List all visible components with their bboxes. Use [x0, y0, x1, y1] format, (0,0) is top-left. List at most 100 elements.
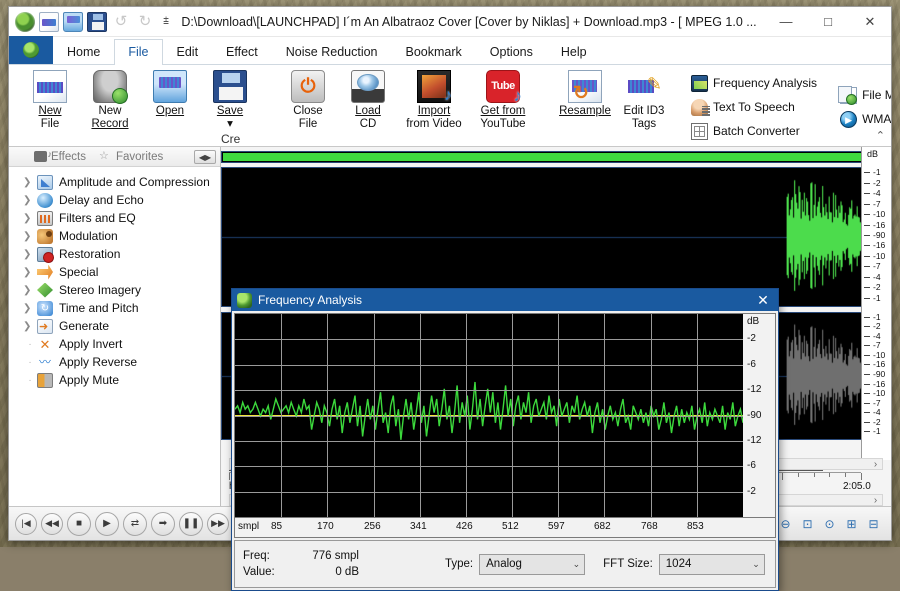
sample-axis-tick: 426	[456, 521, 473, 532]
play-selection-button[interactable]: ➡	[151, 512, 175, 536]
expander-icon[interactable]: ❯	[23, 195, 37, 206]
tree-item-delay-and-echo[interactable]: ❯ Delay and Echo	[9, 191, 220, 209]
batch-converter-button[interactable]: Batch Converter	[689, 121, 822, 142]
new-record-button[interactable]: NewRecord	[80, 68, 140, 132]
overview-strip[interactable]	[221, 151, 891, 163]
tree-item-stereo-imagery[interactable]: ❯ Stereo Imagery	[9, 281, 220, 299]
save-icon[interactable]	[87, 12, 107, 32]
zoom-in-vertical-button[interactable]: ⊞	[842, 514, 861, 533]
fast-forward-button[interactable]: ▶▶	[207, 513, 229, 535]
tab-options[interactable]: Options	[476, 39, 547, 65]
tab-bookmark[interactable]: Bookmark	[392, 39, 476, 65]
tree-item-apply-invert[interactable]: · Apply Invert	[9, 335, 220, 353]
tab-effect[interactable]: Effect	[212, 39, 272, 65]
pause-button[interactable]: ❚❚	[179, 512, 203, 536]
db-axis-tick: -4	[862, 189, 892, 198]
db-axis-tick: -1	[862, 427, 892, 436]
dialog-title-bar[interactable]: Frequency Analysis ✕	[232, 289, 778, 311]
play-button[interactable]: ▶	[95, 512, 119, 536]
wma-info-button[interactable]: WMA Info	[838, 109, 891, 130]
grid-line-horizontal	[235, 441, 743, 442]
open-button[interactable]: Open	[140, 68, 200, 120]
frequency-analysis-dialog[interactable]: Frequency Analysis ✕ dB-2-6-12-90-12-6-2…	[231, 288, 779, 591]
new-file-icon[interactable]	[39, 12, 59, 32]
expander-icon[interactable]: ❯	[23, 231, 37, 242]
db-tick-mark	[864, 374, 870, 375]
youtube-label-line1: Get from	[481, 105, 526, 117]
collapse-ribbon-icon[interactable]: ⌃	[876, 129, 885, 142]
tree-item-filters-and-eq[interactable]: ❯ Filters and EQ	[9, 209, 220, 227]
save-dropdown-icon[interactable]: ▾	[227, 118, 233, 130]
tab-home[interactable]: Home	[53, 39, 114, 65]
zoom-full-button[interactable]: ⊙	[820, 514, 839, 533]
tab-noise-reduction[interactable]: Noise Reduction	[272, 39, 392, 65]
load-cd-icon	[351, 70, 385, 103]
db-axis-tick: -12	[747, 435, 761, 446]
save-button[interactable]: Save▾	[200, 68, 260, 132]
fft-size-select[interactable]: 1024 ⌄	[659, 554, 765, 575]
file-merger-button[interactable]: File Merger	[838, 85, 891, 106]
expander-icon[interactable]: ❯	[23, 249, 37, 260]
close-button[interactable]: ✕	[849, 7, 891, 36]
sidebar-tab-effects[interactable]: Effects	[31, 150, 94, 164]
expander-icon[interactable]: ❯	[23, 267, 37, 278]
redo-icon[interactable]: ↻	[135, 12, 155, 32]
load-cd-label-line2: CD	[360, 118, 377, 130]
tree-item-apply-reverse[interactable]: · Apply Reverse	[9, 353, 220, 371]
wma-info-icon	[840, 111, 857, 128]
loop-button[interactable]: ⇄	[123, 512, 147, 536]
app-icon	[15, 12, 35, 32]
ribbon-app-logo[interactable]	[9, 36, 53, 64]
zoom-out-vertical-button[interactable]: ⊟	[864, 514, 883, 533]
get-from-youtube-button[interactable]: Get fromYouTube	[470, 68, 536, 132]
tree-item-amplitude-and-compression[interactable]: ❯ Amplitude and Compression	[9, 173, 220, 191]
maximize-button[interactable]: □	[807, 7, 849, 36]
waveform-channel-left[interactable]	[221, 167, 891, 307]
expander-icon[interactable]: ❯	[23, 303, 37, 314]
scroll-right-icon[interactable]: ›	[869, 459, 882, 470]
delay-icon	[37, 193, 53, 208]
edit-id3-tags-button[interactable]: Edit ID3Tags	[616, 68, 672, 132]
expander-icon[interactable]: ❯	[23, 285, 37, 296]
tab-file[interactable]: File	[114, 39, 162, 65]
dialog-close-button[interactable]: ✕	[748, 289, 778, 311]
customize-quick-access-icon[interactable]: ⩲	[159, 16, 173, 27]
stop-button[interactable]: ■	[67, 512, 91, 536]
type-select[interactable]: Analog ⌄	[479, 554, 585, 575]
tree-item-restoration[interactable]: ❯ Restoration	[9, 245, 220, 263]
zoom-selection-button[interactable]: ⊡	[798, 514, 817, 533]
text-to-speech-button[interactable]: Text To Speech	[689, 97, 822, 118]
quick-access-toolbar: ↺ ↻ ⩲	[15, 12, 173, 32]
tree-item-apply-mute[interactable]: · Apply Mute	[9, 371, 220, 389]
tree-item-modulation[interactable]: ❯ Modulation	[9, 227, 220, 245]
db-axis-tick: -2	[747, 333, 756, 344]
expander-icon[interactable]: ❯	[23, 177, 37, 188]
spectrum-db-axis: dB-2-6-12-90-12-6-2	[743, 314, 775, 517]
tree-item-time-and-pitch[interactable]: ❯ Time and Pitch	[9, 299, 220, 317]
minimize-button[interactable]: —	[765, 7, 807, 36]
skip-to-start-button[interactable]: |◀	[15, 513, 37, 535]
timeline-tick	[782, 473, 783, 480]
expander-icon[interactable]: ❯	[23, 213, 37, 224]
load-cd-button[interactable]: LoadCD	[338, 68, 398, 132]
scroll-right-icon[interactable]: ›	[869, 495, 882, 506]
undo-icon[interactable]: ↺	[111, 12, 131, 32]
tab-edit[interactable]: Edit	[163, 39, 213, 65]
db-axis-tick: -6	[747, 359, 756, 370]
new-file-button[interactable]: NewFile	[20, 68, 80, 132]
spectrum-plot[interactable]	[235, 314, 743, 517]
sidebar-tab-favorites[interactable]: ☆ Favorites	[96, 150, 171, 164]
expander-icon[interactable]: ❯	[23, 321, 37, 332]
import-from-video-button[interactable]: Importfrom Video	[398, 68, 470, 132]
db-scale-gutter: dB -1-2-4-7-10-16-90-16-10-7-4-2-1-1-2-4…	[861, 147, 891, 460]
sidebar-nav-arrows[interactable]: ◀▶	[194, 150, 216, 164]
resample-button[interactable]: Resample	[554, 68, 616, 120]
tree-item-label: Delay and Echo	[59, 193, 144, 207]
tree-item-special[interactable]: ❯ Special	[9, 263, 220, 281]
tree-item-generate[interactable]: ❯ Generate	[9, 317, 220, 335]
frequency-analysis-button[interactable]: Frequency Analysis	[689, 73, 822, 94]
tab-help[interactable]: Help	[547, 39, 601, 65]
open-icon[interactable]	[63, 12, 83, 32]
close-file-button[interactable]: CloseFile	[278, 68, 338, 132]
rewind-button[interactable]: ◀◀	[41, 513, 63, 535]
